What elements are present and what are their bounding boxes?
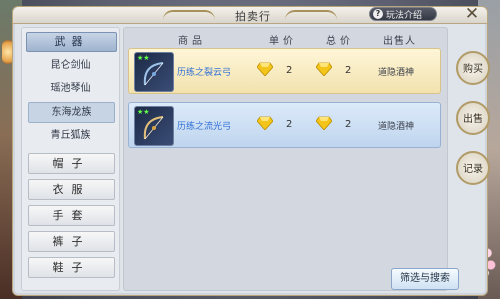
category-gloves[interactable]: 手套 [28, 205, 115, 226]
item-name: 历练之裂云弓 [177, 68, 232, 78]
records-button[interactable]: 记录 [456, 151, 490, 185]
column-header-unit-price: 单价 [269, 36, 297, 47]
category-weapon-tab[interactable]: 武器 [26, 32, 117, 52]
total-price-value: 2 [345, 119, 352, 130]
title-bar: 拍卖行 ? 玩法介绍 ✕ [13, 5, 487, 24]
seller-name: 道隐酒神 [378, 122, 415, 132]
ornament-icon [163, 10, 215, 21]
category-pants[interactable]: 裤子 [28, 231, 115, 252]
seller-name: 道隐酒神 [378, 68, 415, 78]
table-row[interactable]: ★★ 历练之裂云弓 2 2 道隐酒神 [128, 48, 441, 94]
column-header-total-price: 总价 [326, 36, 354, 47]
category-shoes[interactable]: 鞋子 [28, 257, 115, 278]
gem-icon [316, 116, 332, 130]
subcategory-item[interactable]: 青丘狐族 [28, 125, 113, 146]
gem-icon [257, 116, 273, 130]
auction-window: 拍卖行 ? 玩法介绍 ✕ 武器 昆仑剑仙 瑶池琴仙 东海龙族 青丘狐族 帽子 衣… [12, 5, 490, 296]
bow-icon [143, 116, 164, 140]
item-thumbnail[interactable]: ★★ [134, 106, 174, 146]
gameplay-intro-label: 玩法介绍 [386, 10, 423, 21]
category-hat[interactable]: 帽子 [28, 153, 115, 174]
subcategory-item[interactable]: 昆仑剑仙 [28, 55, 113, 76]
ornament-icon [285, 10, 337, 21]
help-icon: ? [373, 9, 383, 19]
gameplay-intro-button[interactable]: ? 玩法介绍 [369, 7, 437, 21]
item-list-panel: 商品 单价 总价 出售人 ★★ 历练之裂云弓 2 2 道隐酒神 ★★ 历练之流光… [123, 27, 448, 291]
item-thumbnail[interactable]: ★★ [134, 52, 174, 92]
subcategory-item-selected[interactable]: 东海龙族 [28, 102, 115, 123]
window-title: 拍卖行 [235, 10, 271, 23]
buy-button[interactable]: 购买 [456, 51, 490, 85]
column-header-item: 商品 [178, 36, 206, 47]
item-name: 历练之流光弓 [177, 122, 232, 132]
gem-icon [316, 62, 332, 76]
close-button[interactable]: ✕ [462, 5, 482, 23]
table-row[interactable]: ★★ 历练之流光弓 2 2 道隐酒神 [128, 102, 441, 148]
bow-icon [143, 62, 164, 86]
unit-price-value: 2 [286, 119, 293, 130]
sell-button[interactable]: 出售 [456, 101, 490, 135]
category-panel: 武器 昆仑剑仙 瑶池琴仙 东海龙族 青丘狐族 帽子 衣服 手套 裤子 鞋子 [21, 27, 120, 291]
total-price-value: 2 [345, 65, 352, 76]
subcategory-item[interactable]: 瑶池琴仙 [28, 78, 113, 99]
column-header-seller: 出售人 [383, 36, 416, 47]
category-clothes[interactable]: 衣服 [28, 179, 115, 200]
unit-price-value: 2 [286, 65, 293, 76]
gem-icon [257, 62, 273, 76]
filter-search-button[interactable]: 筛选与搜索 [391, 268, 459, 290]
